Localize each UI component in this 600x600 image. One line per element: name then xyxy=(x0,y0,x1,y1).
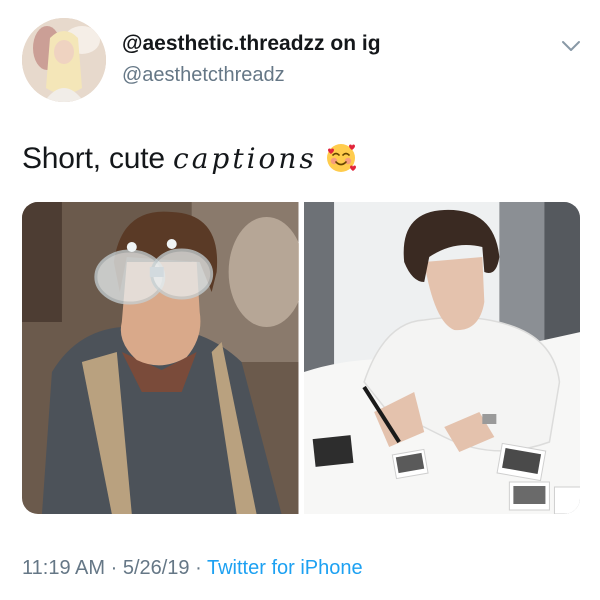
media-photo-1[interactable] xyxy=(22,202,299,514)
chevron-down-icon[interactable] xyxy=(560,38,582,54)
tweet-text-prefix: Short, cute xyxy=(22,142,174,175)
meta-separator: · xyxy=(195,557,202,579)
tweet-meta: 11:19 AM · 5/26/19 · Twitter for iPhone xyxy=(22,557,363,580)
tweet-time[interactable]: 11:19 AM xyxy=(22,557,105,579)
avatar-image xyxy=(22,18,106,102)
tweet-text: Short, cute captions xyxy=(22,142,357,176)
smiling-face-with-hearts-icon xyxy=(326,144,356,172)
tweet-media xyxy=(22,202,580,514)
avatar[interactable] xyxy=(22,18,106,102)
tweet-date[interactable]: 5/26/19 xyxy=(123,557,190,579)
handle[interactable]: @aesthetcthreadz xyxy=(122,64,285,87)
tweet-source-link[interactable]: Twitter for iPhone xyxy=(207,557,363,579)
tweet-text-cursive: captions xyxy=(173,142,317,175)
meta-separator: · xyxy=(110,557,118,579)
media-photo-2[interactable] xyxy=(303,202,580,514)
display-name[interactable]: @aesthetic.threadzz on ig xyxy=(122,32,381,56)
